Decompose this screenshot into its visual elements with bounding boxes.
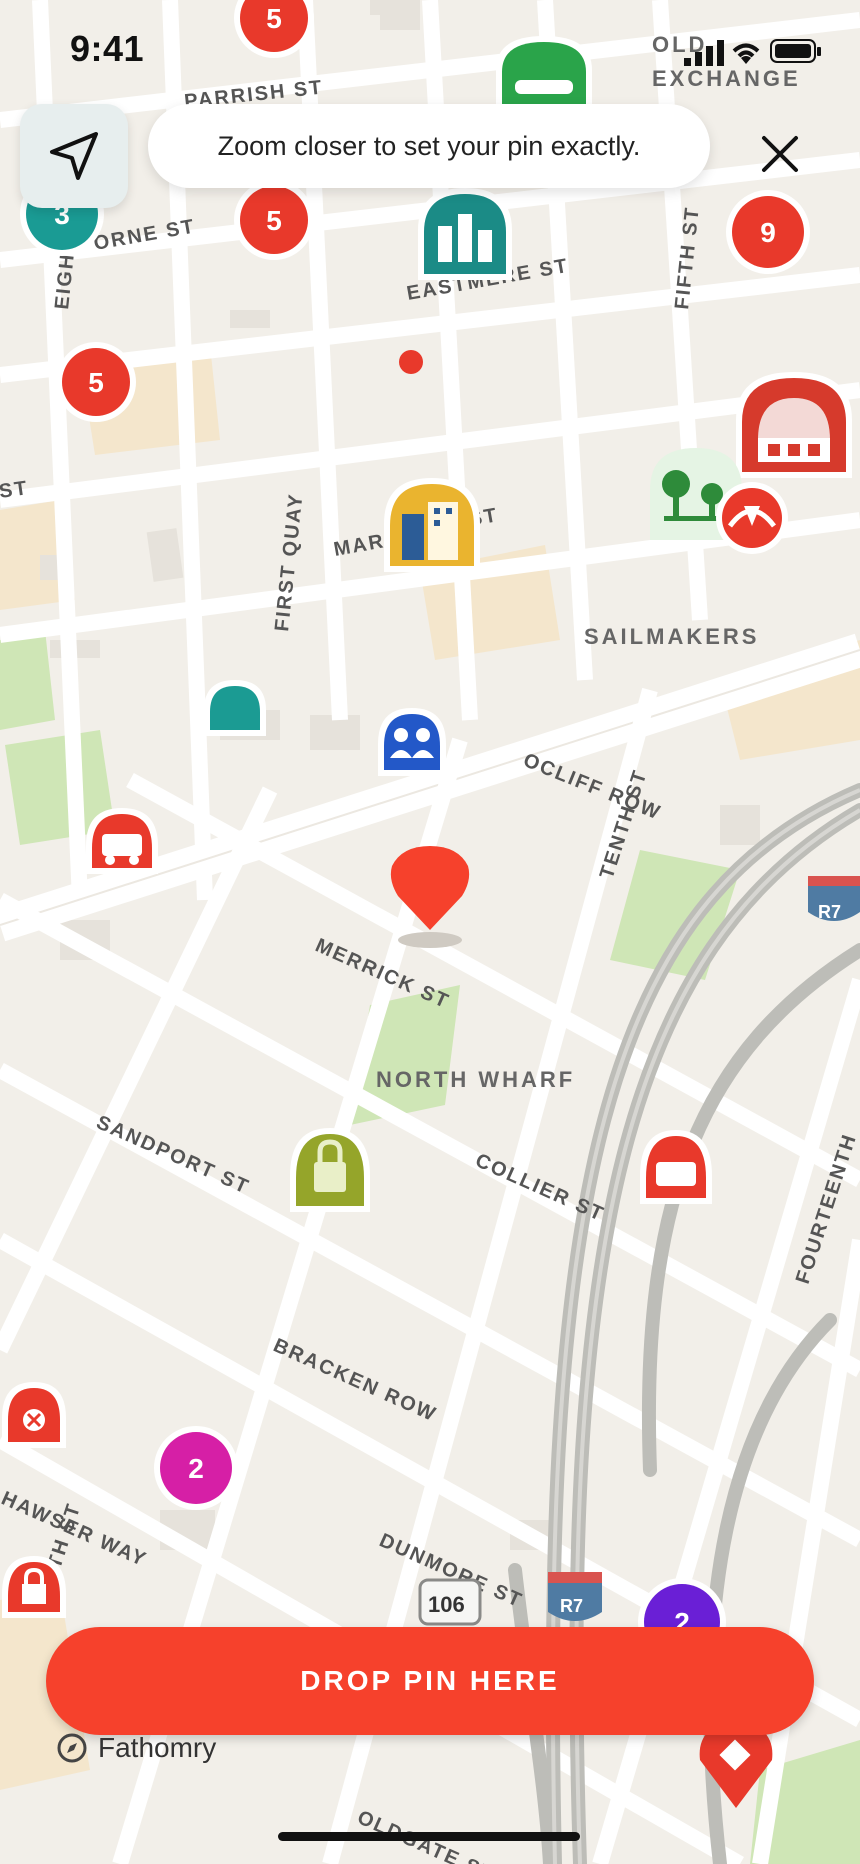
location-arrow-icon	[50, 132, 98, 180]
svg-text:2: 2	[188, 1453, 204, 1484]
svg-text:5: 5	[266, 205, 282, 236]
svg-text:5: 5	[88, 367, 104, 398]
close-icon	[762, 136, 798, 172]
community-icon[interactable]	[378, 708, 446, 776]
svg-text:R7: R7	[560, 1596, 583, 1616]
status-bar: 9:41	[0, 0, 860, 100]
cluster-badge[interactable]: 5	[56, 342, 136, 422]
close-button[interactable]	[748, 122, 812, 186]
viewpoint-icon[interactable]	[716, 482, 788, 554]
drop-pin-button[interactable]: DROP PIN HERE	[46, 1627, 814, 1735]
transit-icon[interactable]	[640, 1130, 712, 1204]
blocked-icon[interactable]	[2, 1382, 66, 1448]
road-number-106: 106	[418, 1578, 482, 1626]
bus-icon[interactable]	[86, 808, 158, 874]
status-time: 9:41	[70, 28, 145, 69]
svg-text:9: 9	[760, 217, 776, 248]
compass-icon	[57, 1733, 87, 1763]
selected-spot-dot	[399, 350, 423, 374]
map-canvas[interactable]: PARRISH ST EIGHT ORNE ST EASTMERE ST FIF…	[0, 0, 860, 1864]
office-building-icon[interactable]	[384, 478, 480, 572]
locked-storage-icon[interactable]	[290, 1128, 370, 1212]
map-attribution: Fathomry	[56, 1732, 216, 1764]
secure-spot-icon[interactable]	[2, 1556, 66, 1618]
signal-icon	[684, 40, 724, 66]
route-shield-r7: R7	[808, 876, 860, 922]
teal-place-icon[interactable]	[204, 680, 266, 736]
district-label: NORTH WHARF	[376, 1067, 575, 1092]
drop-pin-label: DROP PIN HERE	[300, 1665, 560, 1696]
zoom-hint-text: Zoom closer to set your pin exactly.	[217, 130, 641, 161]
cluster-badge[interactable]: 9	[726, 190, 810, 274]
stadium-icon[interactable]	[736, 372, 852, 478]
cluster-badge[interactable]: 5	[234, 180, 314, 260]
building-icon[interactable]	[418, 188, 512, 280]
brand-name: Fathomry	[98, 1732, 217, 1763]
zoom-hint-toast: Zoom closer to set your pin exactly.	[148, 104, 710, 188]
svg-text:106: 106	[428, 1592, 465, 1617]
battery-icon	[770, 39, 821, 63]
cluster-badge[interactable]: 2	[154, 1426, 238, 1510]
wifi-icon	[732, 43, 760, 64]
home-indicator[interactable]	[278, 1832, 580, 1841]
district-label: SAILMAKERS	[584, 624, 759, 649]
locate-me-button[interactable]	[20, 104, 128, 208]
route-shield-r7: R7	[548, 1572, 602, 1621]
svg-text:R7: R7	[818, 902, 841, 922]
street-label: ST	[0, 477, 30, 503]
